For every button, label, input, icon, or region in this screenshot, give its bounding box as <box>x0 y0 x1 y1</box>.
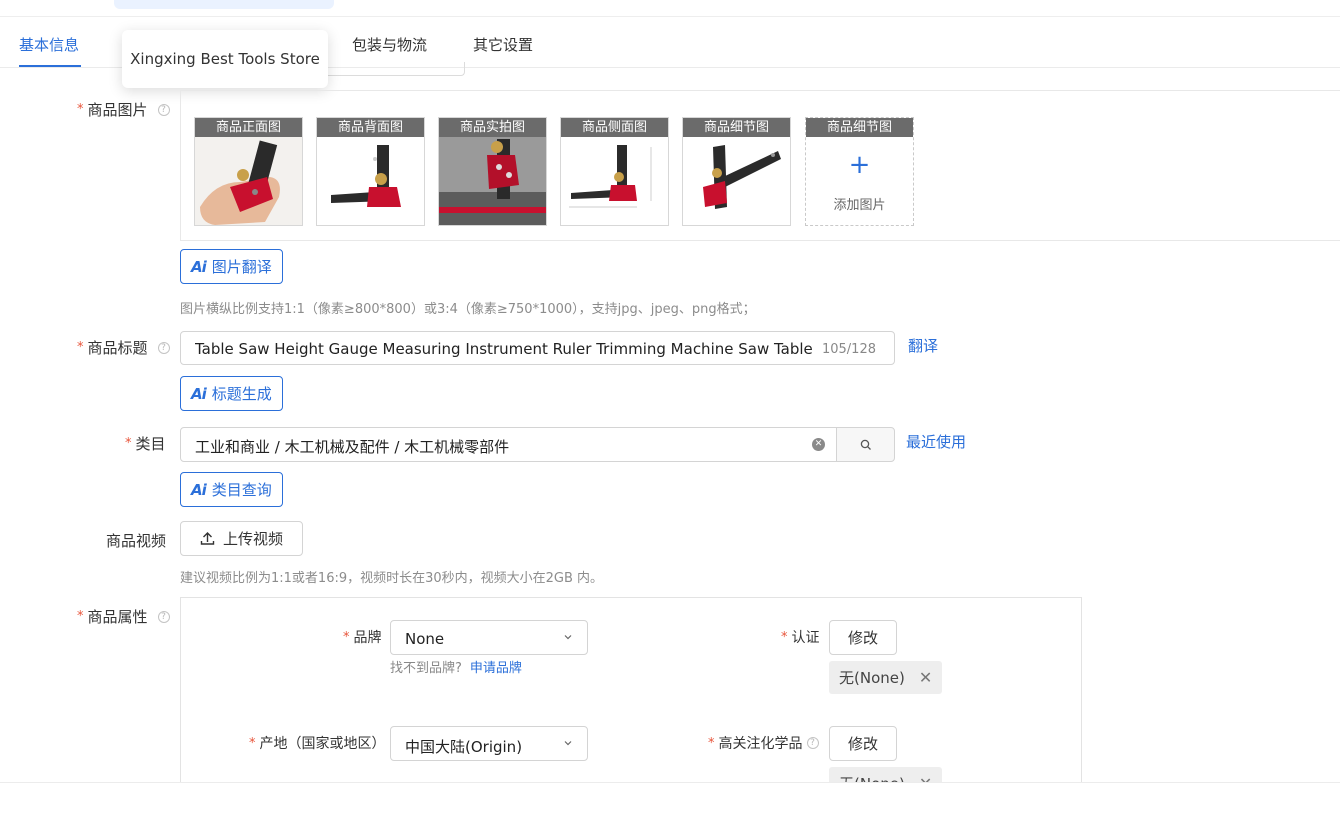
add-image-label: 添加图片 <box>833 198 886 213</box>
video-label: 商品视频 <box>106 532 167 550</box>
attributes-panel <box>180 597 1082 797</box>
chemicals-label-row: * 高关注化学品 ? <box>708 733 819 753</box>
images-label-row: * 商品图片 ? <box>77 99 170 120</box>
required-mark: * <box>77 102 84 117</box>
thumb-caption: 商品细节图 <box>806 118 913 137</box>
thumb-caption: 商品背面图 <box>317 118 424 137</box>
title-label-row: * 商品标题 ? <box>77 337 170 358</box>
required-mark: * <box>249 735 256 751</box>
tooltip-text: Xingxing Best Tools Store <box>130 50 320 68</box>
detail-photo <box>683 137 790 225</box>
video-label-row: 商品视频 <box>106 530 166 551</box>
title-value: Table Saw Height Gauge Measuring Instrum… <box>195 340 817 358</box>
category-label: 类目 <box>135 435 166 453</box>
tab-basic-info[interactable]: 基本信息 <box>19 34 79 55</box>
upload-icon <box>200 532 215 545</box>
certification-tag-label: 无(None) <box>839 669 905 687</box>
category-label-row: * 类目 <box>125 433 166 454</box>
category-input[interactable]: 工业和商业 / 木工机械及配件 / 木工机械零部件 ✕ <box>180 427 837 462</box>
image-translate-button[interactable]: Ai 图片翻译 <box>180 249 283 284</box>
product-image-back[interactable]: 商品背面图 <box>316 117 425 226</box>
attributes-label: 商品属性 <box>87 608 148 626</box>
tab-packaging-logistics[interactable]: 包装与物流 <box>352 34 427 55</box>
category-query-label: 类目查询 <box>211 481 272 499</box>
brand-not-found-text: 找不到品牌? <box>390 661 462 676</box>
chevron-down-icon <box>564 741 572 746</box>
category-query-button[interactable]: Ai 类目查询 <box>180 472 283 507</box>
title-char-count: 105/128 <box>821 342 876 357</box>
upload-video-label: 上传视频 <box>222 530 283 548</box>
product-image-detail[interactable]: 商品细节图 <box>682 117 791 226</box>
search-icon <box>860 439 871 450</box>
thumb-caption: 商品侧面图 <box>561 118 668 137</box>
product-image-side[interactable]: 商品侧面图 <box>560 117 669 226</box>
product-image-front[interactable]: 商品正面图 <box>194 117 303 226</box>
title-generate-label: 标题生成 <box>211 385 272 403</box>
category-value: 工业和商业 / 木工机械及配件 / 木工机械零部件 <box>195 438 510 456</box>
certification-tag: 无(None) ✕ <box>829 661 943 694</box>
ai-icon: Ai <box>191 384 207 403</box>
title-input[interactable]: Table Saw Height Gauge Measuring Instrum… <box>180 331 895 365</box>
brand-value: None <box>405 630 445 648</box>
image-format-hint: 图片横纵比例支持1:1（像素≥800*800）或3:4（像素≥750*1000）… <box>180 302 756 317</box>
chemicals-modify-button[interactable]: 修改 <box>829 726 897 761</box>
viewport-bottom-edge <box>0 782 1340 835</box>
origin-select[interactable]: 中国大陆(Origin) <box>390 726 588 761</box>
category-search-button[interactable] <box>836 427 895 462</box>
thumb-caption: 商品细节图 <box>683 118 790 137</box>
certification-label-row: * 认证 <box>781 627 820 647</box>
store-name-tooltip: Xingxing Best Tools Store <box>122 30 328 88</box>
tab-other-settings[interactable]: 其它设置 <box>473 34 533 55</box>
upload-video-button[interactable]: 上传视频 <box>180 521 303 556</box>
title-generate-button[interactable]: Ai 标题生成 <box>180 376 283 411</box>
origin-label-row: * 产地（国家或地区） <box>249 733 386 753</box>
back-photo <box>317 137 424 225</box>
help-icon[interactable]: ? <box>157 610 170 623</box>
image-translate-label: 图片翻译 <box>211 258 272 276</box>
required-mark: * <box>77 609 84 624</box>
thumb-caption: 商品正面图 <box>195 118 302 137</box>
brand-label: 品牌 <box>353 630 382 646</box>
thumb-caption: 商品实拍图 <box>439 118 546 137</box>
chevron-down-icon <box>564 635 572 640</box>
required-mark: * <box>343 629 350 645</box>
attributes-label-row: * 商品属性 ? <box>77 606 170 627</box>
required-mark: * <box>125 436 132 451</box>
required-mark: * <box>77 340 84 355</box>
brand-label-row: * 品牌 <box>343 627 382 647</box>
ai-icon: Ai <box>191 257 207 276</box>
store-selector-pill[interactable] <box>114 0 334 9</box>
certification-label: 认证 <box>791 630 820 646</box>
translate-link[interactable]: 翻译 <box>908 335 938 356</box>
title-label: 商品标题 <box>87 339 148 357</box>
front-photo <box>195 137 302 225</box>
real-photo <box>439 137 546 225</box>
origin-label: 产地（国家或地区） <box>259 736 386 752</box>
required-mark: * <box>708 735 715 751</box>
origin-value: 中国大陆(Origin) <box>405 738 523 756</box>
help-icon[interactable]: ? <box>806 737 819 749</box>
side-photo <box>561 137 668 225</box>
help-icon[interactable]: ? <box>157 341 170 354</box>
ai-icon: Ai <box>191 480 207 499</box>
close-icon[interactable]: ✕ <box>919 668 932 687</box>
chemicals-label: 高关注化学品 <box>718 736 803 752</box>
required-mark: * <box>781 629 788 645</box>
plus-icon: + <box>848 150 871 180</box>
brand-select[interactable]: None <box>390 620 588 655</box>
video-hint: 建议视频比例为1:1或者16:9，视频时长在30秒内，视频大小在2GB 内。 <box>180 571 604 586</box>
clear-icon[interactable]: ✕ <box>812 438 825 451</box>
apply-brand-link[interactable]: 申请品牌 <box>470 661 522 676</box>
images-label: 商品图片 <box>87 101 148 119</box>
top-strip <box>0 0 1340 17</box>
certification-modify-button[interactable]: 修改 <box>829 620 897 655</box>
help-icon[interactable]: ? <box>157 103 170 116</box>
add-image-slot[interactable]: 商品细节图 + 添加图片 <box>805 117 914 226</box>
recent-used-link[interactable]: 最近使用 <box>906 431 966 452</box>
brand-hint-row: 找不到品牌? 申请品牌 <box>390 657 522 676</box>
product-image-real[interactable]: 商品实拍图 <box>438 117 547 226</box>
active-tab-indicator <box>19 65 81 67</box>
